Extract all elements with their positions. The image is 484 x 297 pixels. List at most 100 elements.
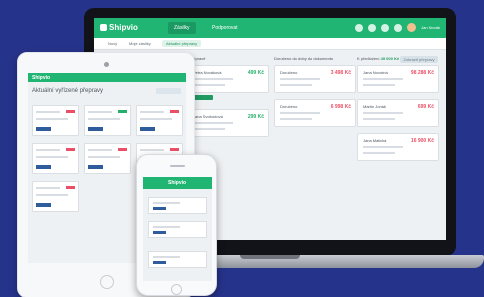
user-name[interactable]: Jan Novák xyxy=(421,25,440,30)
shipment-meta-line xyxy=(36,111,60,113)
shipment-card[interactable] xyxy=(32,181,79,212)
shipment-card[interactable]: Jana Novotná 98 288 Kč xyxy=(357,65,439,93)
phone-screen: Shipvio xyxy=(143,177,212,281)
shipment-card[interactable]: Jana Svobodová 299 Kč xyxy=(187,109,269,137)
column-delivered: Doručeno do doby do dokumentu Doručeno 3 … xyxy=(274,56,356,133)
shipment-card[interactable] xyxy=(84,143,131,174)
subtab-my-shipments[interactable]: Moje zásilky xyxy=(129,41,151,46)
tablet-column xyxy=(32,105,79,219)
subtab-current-transport[interactable]: Aktuální přepravy xyxy=(162,40,202,47)
avatar[interactable] xyxy=(407,23,417,32)
shipment-meta-line xyxy=(193,78,233,80)
shipment-card[interactable] xyxy=(32,143,79,174)
card-action-button[interactable] xyxy=(153,231,166,234)
card-action-button[interactable] xyxy=(36,127,51,131)
shipment-price: 98 288 Kč xyxy=(410,70,434,76)
shipment-meta-line xyxy=(36,187,60,189)
column-preparation: V přípravě Petra Nováková 499 Kč Jana Svo… xyxy=(187,56,269,143)
top-navigation: Shipvio Zásilky Podporovat Jan Novák xyxy=(94,18,446,38)
shipment-card[interactable]: Jana Malická 16 900 Kč xyxy=(357,133,439,161)
shipment-meta-line xyxy=(363,146,403,148)
home-button[interactable] xyxy=(171,284,182,295)
laptop-opening-notch xyxy=(240,255,300,259)
card-action-button[interactable] xyxy=(36,203,51,207)
card-action-button[interactable] xyxy=(140,127,155,131)
shipment-card[interactable] xyxy=(136,105,183,136)
shipment-card[interactable]: Doručeno 6 998 Kč xyxy=(274,99,356,127)
view-transport-button[interactable] xyxy=(156,88,181,94)
shipment-card[interactable]: Martin Jonáš 699 Kč xyxy=(357,99,439,127)
shipment-price: 299 Kč xyxy=(247,114,264,120)
shipment-meta-line xyxy=(193,84,225,86)
recipient-name: Jana Malická xyxy=(363,138,387,143)
shipment-meta-line xyxy=(193,122,233,124)
shipment-price xyxy=(170,110,179,113)
shipment-price xyxy=(66,186,75,189)
shipment-card[interactable]: Doručeno 3 498 Kč xyxy=(274,65,356,93)
shipment-meta-line xyxy=(140,111,164,113)
shipment-card[interactable]: Petra Nováková 499 Kč xyxy=(187,65,269,100)
shipment-price xyxy=(170,148,179,151)
shipment-card[interactable] xyxy=(148,221,207,238)
help-icon[interactable] xyxy=(394,23,403,32)
shipment-meta-line xyxy=(363,112,403,114)
shipment-card[interactable] xyxy=(148,197,207,214)
subtab-new[interactable]: Nový xyxy=(108,41,117,46)
shipment-meta-line xyxy=(36,156,68,158)
shipment-meta-line xyxy=(36,194,68,196)
shipment-meta-line xyxy=(36,118,68,120)
column-title: Doručeno do doby do dokumentu xyxy=(274,56,334,61)
card-action-button[interactable] xyxy=(36,165,51,169)
shipvio-logo[interactable]: Shipvio xyxy=(168,180,186,186)
shipment-card[interactable] xyxy=(148,251,207,268)
shipment-meta-line xyxy=(280,112,320,114)
search-icon[interactable] xyxy=(355,23,364,32)
home-button[interactable] xyxy=(100,275,114,289)
tab-shipments[interactable]: Zásilky xyxy=(168,22,196,34)
card-action-button[interactable] xyxy=(153,207,166,210)
shipment-meta-line xyxy=(88,118,120,120)
shipment-meta-line xyxy=(363,78,403,80)
shipment-price xyxy=(118,148,127,151)
phone-device: Shipvio xyxy=(136,154,217,296)
shipment-meta-line xyxy=(153,226,180,228)
shipment-card[interactable] xyxy=(32,105,79,136)
card-action-button[interactable] xyxy=(88,165,103,169)
tab-support[interactable]: Podporovat xyxy=(206,22,244,34)
card-action-button[interactable] xyxy=(153,261,166,264)
recipient-name: Jana Svobodová xyxy=(193,114,223,119)
recipient-name: Martin Jonáš xyxy=(363,104,386,109)
camera-icon xyxy=(104,62,109,67)
speaker-icon xyxy=(170,165,185,167)
shipvio-logo[interactable]: Shipvio xyxy=(32,75,50,81)
settings-icon[interactable] xyxy=(381,23,390,32)
shipvio-logo[interactable]: Shipvio xyxy=(100,23,138,32)
column-title: V přípravě xyxy=(187,56,206,61)
tablet-top-navigation: Shipvio xyxy=(28,73,186,82)
card-action-button[interactable] xyxy=(88,127,103,131)
card-action-button[interactable] xyxy=(193,95,213,100)
shipment-meta-line xyxy=(280,84,312,86)
shipment-meta-line xyxy=(363,152,395,154)
notification-icon[interactable] xyxy=(368,23,377,32)
shipment-price: 3 498 Kč xyxy=(330,70,351,76)
shipment-meta-line xyxy=(88,156,120,158)
shipment-price xyxy=(66,148,75,151)
shipment-meta-line xyxy=(363,84,395,86)
shipment-meta-line xyxy=(140,118,172,120)
shipment-meta-line xyxy=(88,111,112,113)
shipment-meta-line xyxy=(153,256,180,258)
phone-top-navigation: Shipvio xyxy=(143,177,212,189)
column-title: K předložení 49 000 Kč xyxy=(357,56,400,61)
top-toolbar: Jan Novák xyxy=(355,23,440,32)
shipment-price: 16 900 Kč xyxy=(410,138,434,144)
shipment-card[interactable] xyxy=(84,105,131,136)
shipment-meta-line xyxy=(88,149,112,151)
shipment-meta-line xyxy=(153,202,180,204)
shipment-meta-line xyxy=(193,128,225,130)
shipment-price: 6 998 Kč xyxy=(330,104,351,110)
shipment-price xyxy=(66,110,75,113)
column-handover: K předložení 49 000 Kč Jana Novotná 98 28… xyxy=(357,56,439,167)
shipment-meta-line xyxy=(280,118,312,120)
shipment-price: 499 Kč xyxy=(247,70,264,76)
